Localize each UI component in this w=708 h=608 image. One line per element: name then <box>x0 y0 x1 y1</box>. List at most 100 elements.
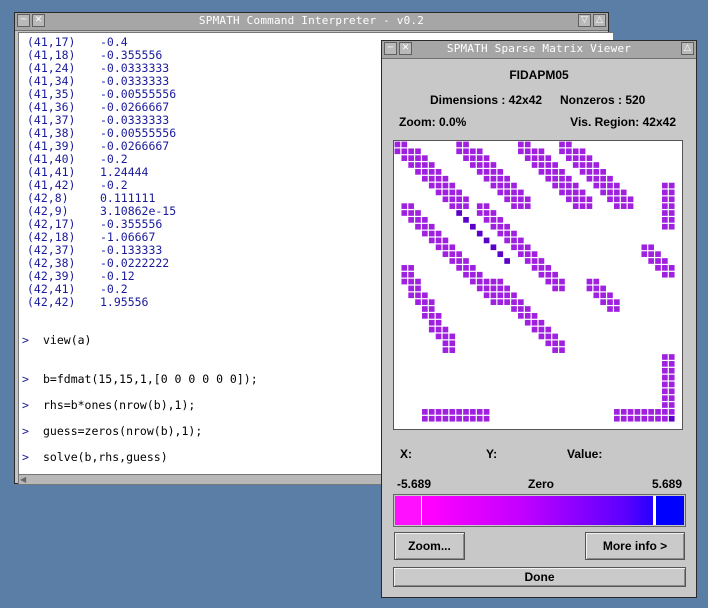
minimize-icon[interactable]: ▽ <box>578 14 591 27</box>
nonzero-cell <box>572 182 579 189</box>
nonzero-cell <box>524 313 531 319</box>
nonzero-cell <box>490 210 497 216</box>
nonzero-cell <box>442 409 449 415</box>
nonzero-cell <box>668 361 675 367</box>
matrix-index: (41,18) <box>27 48 76 62</box>
nonzero-cell <box>504 175 510 182</box>
matrix-value: -0.2 <box>100 282 128 296</box>
nonzero-cell <box>614 189 620 196</box>
nonzero-cell <box>504 223 510 230</box>
nonzero-cell <box>483 278 490 285</box>
nonzero-cell <box>566 189 572 196</box>
nonzero-cell <box>476 230 483 237</box>
nonzero-cell <box>422 223 428 230</box>
nonzero-cell <box>408 148 414 155</box>
nonzero-cell <box>559 148 565 155</box>
maximize-icon[interactable]: △ <box>593 14 606 27</box>
matrix-value: -0.4 <box>100 35 128 49</box>
nonzero-cell <box>545 169 552 175</box>
cmd-titlebar[interactable]: ─ ✕ SPMATH Command Interpreter - v0.2 ▽ … <box>15 13 608 31</box>
nonzero-cell <box>600 175 606 182</box>
nonzero-cell <box>442 182 449 189</box>
nonzero-cell <box>662 402 668 408</box>
nonzero-cell <box>463 409 469 415</box>
nonzero-cell <box>545 326 552 333</box>
nonzero-cell <box>401 210 408 216</box>
nonzero-cell <box>531 258 538 264</box>
nonzero-cell <box>490 162 497 168</box>
nonzero-cell <box>655 409 661 415</box>
nonzero-cell <box>442 415 449 422</box>
nonzero-cell <box>497 285 504 292</box>
nonzero-cell <box>531 326 538 333</box>
viewer-titlebar[interactable]: ─ ✕ SPMATH Sparse Matrix Viewer △ <box>382 41 696 59</box>
nonzero-cell <box>428 319 435 326</box>
nonzero-cell <box>524 306 531 312</box>
nonzero-cell <box>408 162 414 168</box>
nonzero-cell <box>586 278 593 285</box>
maximize-icon[interactable]: △ <box>681 42 694 55</box>
nonzero-cell <box>600 292 606 299</box>
scroll-left-arrow-icon[interactable]: ◀ <box>20 475 26 484</box>
nonzero-cell <box>552 340 558 347</box>
nonzero-cell <box>641 244 648 251</box>
nonzero-cell <box>559 189 565 196</box>
matrix-index: (42,39) <box>27 269 76 283</box>
nonzero-cell <box>662 196 668 203</box>
sparsity-plot[interactable] <box>393 140 683 430</box>
matrix-value: 1.24444 <box>100 165 149 179</box>
output-row: (41,40) -0.2 <box>27 152 128 166</box>
nonzero-cell <box>607 196 613 203</box>
nonzero-cell <box>518 299 524 305</box>
nonzero-cell <box>442 333 449 340</box>
matrix-value: -0.0333333 <box>100 74 170 88</box>
nonzero-cell <box>504 182 510 189</box>
nonzero-cell <box>641 415 648 422</box>
nonzero-cell <box>566 148 572 155</box>
nonzero-cell <box>422 313 428 319</box>
nonzero-cell <box>504 299 510 305</box>
nonzero-cell <box>552 182 558 189</box>
nonzero-cell <box>620 196 627 203</box>
nonzero-cell <box>559 347 565 353</box>
nonzero-cell <box>614 409 620 415</box>
nonzero-cell <box>586 162 593 168</box>
nonzero-cell <box>497 182 504 189</box>
nonzero-cell <box>422 162 428 168</box>
zoom-button[interactable]: Zoom... <box>394 532 465 560</box>
nonzero-cell <box>538 162 545 168</box>
nonzero-cell <box>552 271 558 278</box>
nonzero-cell <box>662 182 668 189</box>
nonzero-cell <box>504 258 510 264</box>
nonzero-cell <box>422 299 428 305</box>
nonzero-cell <box>511 299 517 305</box>
nonzero-cell <box>476 155 483 161</box>
matrix-value: -0.355556 <box>100 217 163 231</box>
nonzero-cell <box>668 196 675 203</box>
nonzero-cell <box>483 169 490 175</box>
nonzero-cell <box>442 326 449 333</box>
nonzero-cell <box>668 388 675 395</box>
nonzero-cell <box>662 265 668 271</box>
nonzero-cell <box>524 319 531 326</box>
nonzero-cell <box>593 285 600 292</box>
nonzero-cell <box>435 230 442 237</box>
sparse-matrix-viewer-window[interactable]: ─ ✕ SPMATH Sparse Matrix Viewer △ FIDAPM… <box>381 40 697 598</box>
nonzero-cell <box>572 162 579 168</box>
done-button[interactable]: Done <box>393 567 686 587</box>
nonzero-cell <box>435 415 442 422</box>
more-info-button[interactable]: More info > <box>585 532 685 560</box>
nonzero-cell <box>552 285 558 292</box>
nonzero-cell <box>648 251 654 257</box>
nonzero-cell <box>483 409 490 415</box>
nonzero-cell <box>401 155 408 161</box>
nonzero-cell <box>559 169 565 175</box>
nonzero-cell <box>435 169 442 175</box>
matrix-index: (41,35) <box>27 87 76 101</box>
nonzero-cell <box>463 271 469 278</box>
nonzero-cell <box>408 210 414 216</box>
nonzero-cell <box>614 415 620 422</box>
nonzero-cell <box>408 285 414 292</box>
command-text: solve(b,rhs,guess) <box>43 450 168 464</box>
horizontal-scrollbar[interactable]: ◀ <box>18 474 398 485</box>
